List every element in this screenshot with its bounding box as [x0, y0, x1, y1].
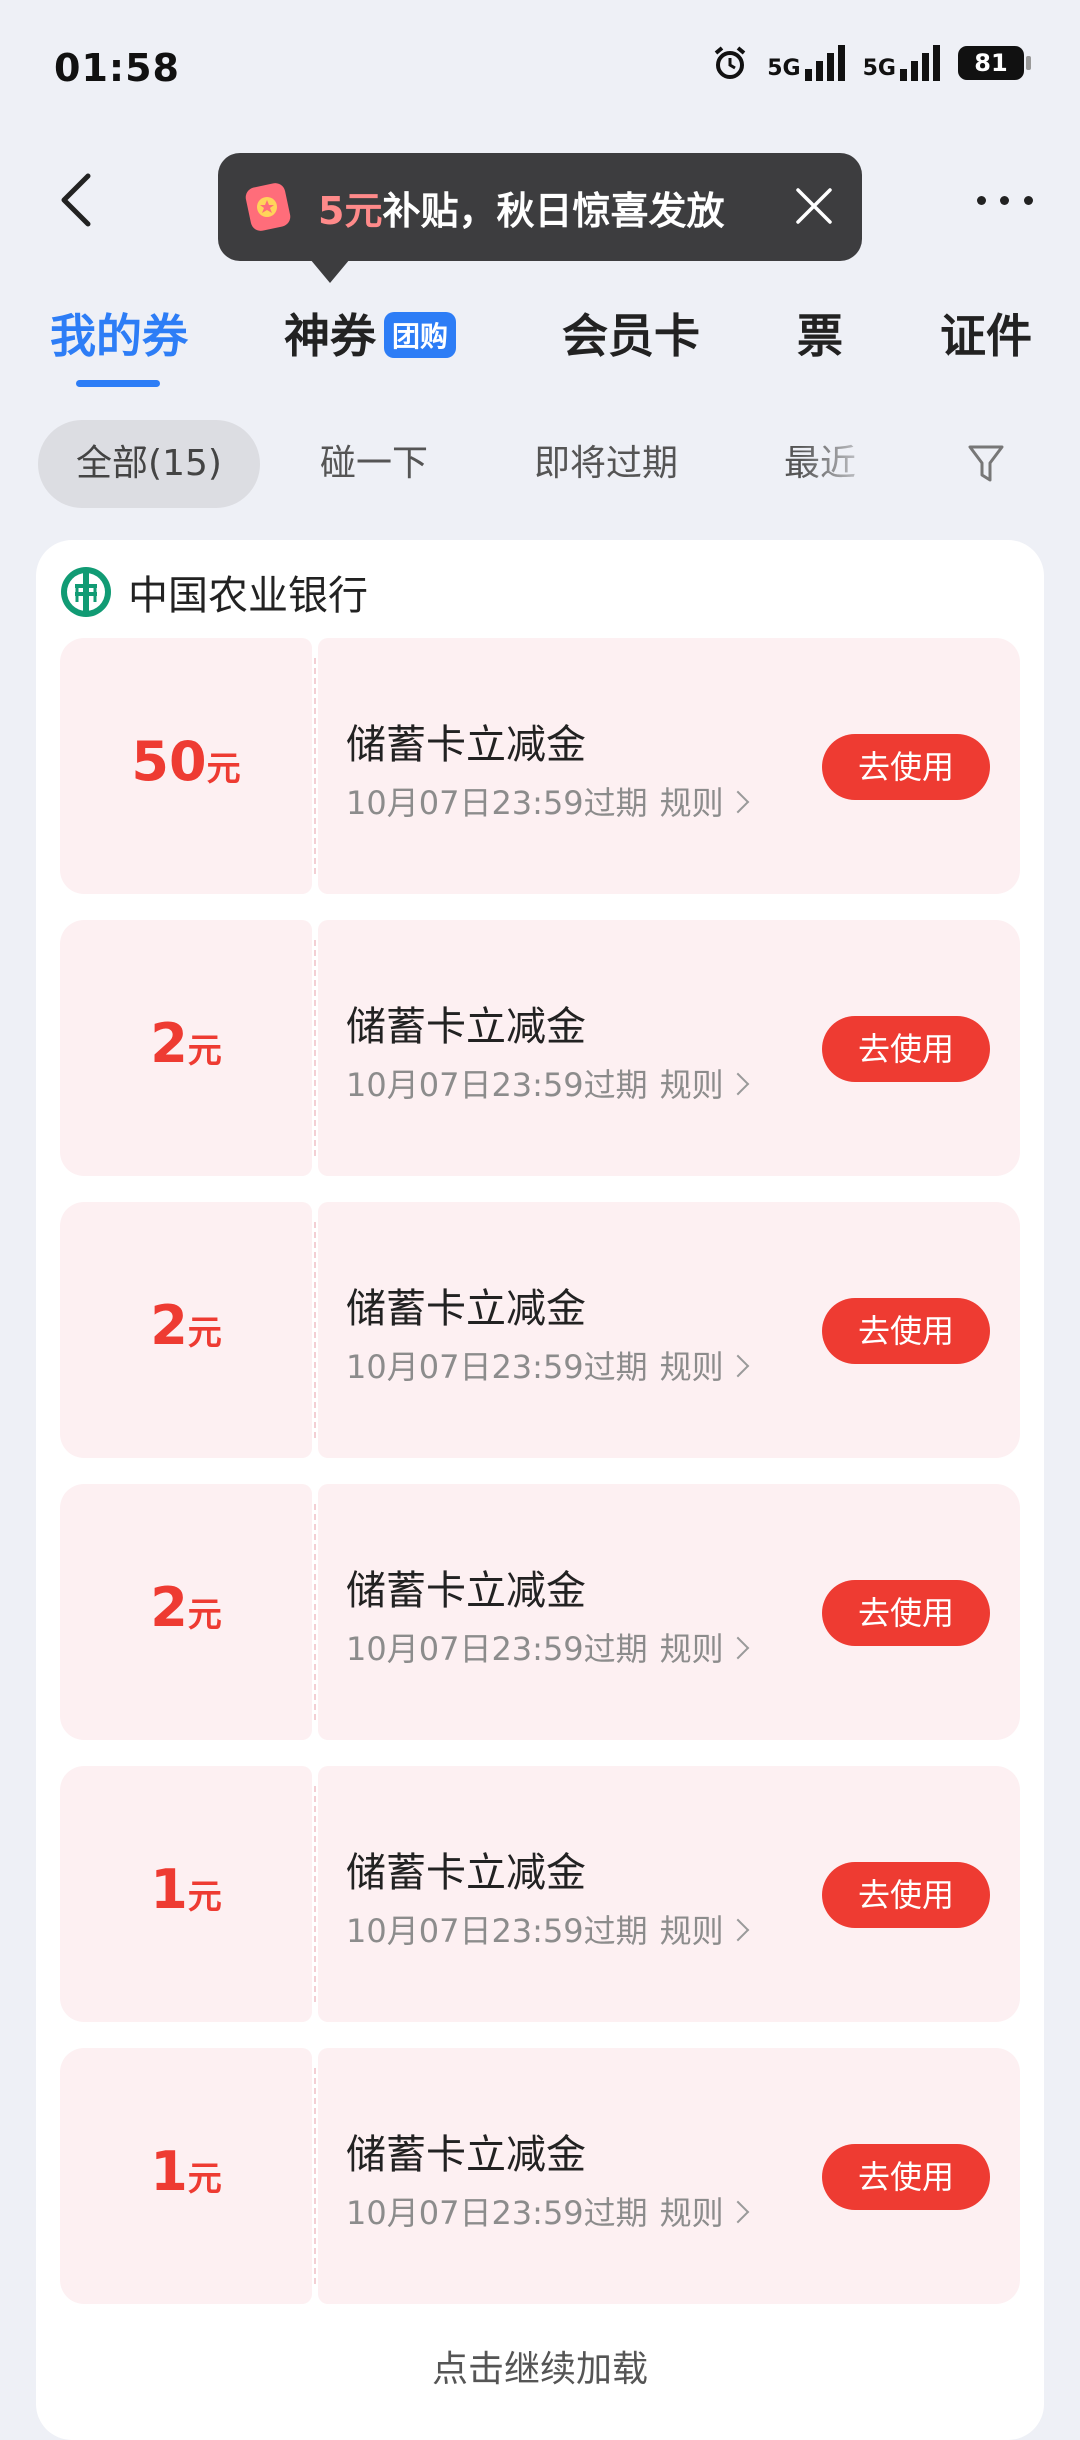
- coupon-expiry: 10月07日23:59过期 规则: [346, 1624, 750, 1670]
- more-options-icon[interactable]: [970, 180, 1040, 220]
- coupon-card: 1元 储蓄卡立减金 10月07日23:59过期 规则 去使用: [60, 1766, 1020, 2022]
- coupon-expiry: 10月07日23:59过期 规则: [346, 778, 750, 824]
- coupon-card: 50元 储蓄卡立减金 10月07日23:59过期 规则 去使用: [60, 638, 1020, 894]
- tab-super-coupons-label: 神券: [284, 309, 376, 363]
- coupon-expiry: 10月07日23:59过期 规则: [346, 2188, 750, 2234]
- scroll-fade: [800, 420, 920, 510]
- bank-name: 中国农业银行: [128, 573, 368, 619]
- promo-message: 补贴，秋日惊喜发放: [382, 188, 725, 233]
- coupon-title: 储蓄卡立减金: [346, 2132, 586, 2178]
- coupon-card: 1元 储蓄卡立减金 10月07日23:59过期 规则 去使用: [60, 2048, 1020, 2304]
- signal-icon-2: 5G: [863, 45, 940, 81]
- bank-coupon-group: 中国农业银行 50元 储蓄卡立减金 10月07日23:59过期 规则 去使用 2元…: [36, 540, 1044, 2440]
- coupon-rule-link[interactable]: 规则: [660, 784, 750, 822]
- bank-header: 中国农业银行: [58, 562, 368, 622]
- coupon-rule-link[interactable]: 规则: [660, 2194, 750, 2232]
- coupon-amount: 2元: [150, 1012, 222, 1075]
- status-time: 01:58: [54, 46, 180, 90]
- promo-text: 5元补贴，秋日惊喜发放: [318, 180, 724, 235]
- coupon-rule-link[interactable]: 规则: [660, 1066, 750, 1104]
- coupon-card: 2元 储蓄卡立减金 10月07日23:59过期 规则 去使用: [60, 920, 1020, 1176]
- load-more-link[interactable]: 点击继续加载: [36, 2340, 1044, 2392]
- coupon-title: 储蓄卡立减金: [346, 1568, 586, 1614]
- promo-amount: 5元: [318, 188, 383, 233]
- coupon-title: 储蓄卡立减金: [346, 1850, 586, 1896]
- battery-icon: 81: [958, 46, 1031, 80]
- bank-logo-icon: [61, 567, 111, 617]
- filter-tap[interactable]: 碰一下: [320, 420, 428, 508]
- coupon-rule-link[interactable]: 规则: [660, 1630, 750, 1668]
- coupon-card: 2元 储蓄卡立减金 10月07日23:59过期 规则 去使用: [60, 1202, 1020, 1458]
- battery-level: 81: [974, 49, 1008, 77]
- chevron-right-icon: [726, 1918, 750, 1942]
- close-icon[interactable]: [794, 186, 834, 226]
- tab-super-coupons[interactable]: 神券 团购: [284, 300, 457, 366]
- tab-tickets[interactable]: 票: [797, 300, 843, 366]
- coupon-amount: 1元: [150, 2140, 222, 2203]
- coupon-card: 2元 储蓄卡立减金 10月07日23:59过期 规则 去使用: [60, 1484, 1020, 1740]
- promo-tooltip[interactable]: 5元补贴，秋日惊喜发放: [218, 153, 862, 283]
- network-type-2: 5G: [862, 56, 896, 81]
- tab-documents[interactable]: 证件: [940, 300, 1032, 366]
- coupon-amount: 2元: [150, 1294, 222, 1357]
- use-coupon-button[interactable]: 去使用: [822, 1016, 990, 1082]
- tab-membership-cards[interactable]: 会员卡: [562, 300, 700, 366]
- coupon-rule-link[interactable]: 规则: [660, 1912, 750, 1950]
- status-icons: 5G 5G 81: [711, 44, 1031, 82]
- use-coupon-button[interactable]: 去使用: [822, 1580, 990, 1646]
- back-arrow-icon[interactable]: [52, 170, 102, 230]
- coupon-title: 储蓄卡立减金: [346, 1004, 586, 1050]
- category-tabs: 我的券 神券 团购 会员卡 票 证件: [0, 300, 1080, 387]
- coupon-amount: 1元: [150, 1858, 222, 1921]
- status-bar: 01:58 5G 5G 81: [0, 0, 1080, 140]
- filter-all[interactable]: 全部(15): [38, 420, 260, 508]
- coupon-amount: 2元: [150, 1576, 222, 1639]
- use-coupon-button[interactable]: 去使用: [822, 1862, 990, 1928]
- coupon-expiry: 10月07日23:59过期 规则: [346, 1906, 750, 1952]
- coupon-title: 储蓄卡立减金: [346, 1286, 586, 1332]
- coupon-amount: 50元: [131, 730, 241, 793]
- active-tab-indicator: [76, 380, 160, 387]
- chevron-right-icon: [726, 2200, 750, 2224]
- alarm-icon: [714, 46, 746, 79]
- coupon-title: 储蓄卡立减金: [346, 722, 586, 768]
- coupon-expiry: 10月07日23:59过期 规则: [346, 1342, 750, 1388]
- coupon-rule-link[interactable]: 规则: [660, 1348, 750, 1386]
- filter-expiring[interactable]: 即将过期: [534, 420, 678, 508]
- use-coupon-button[interactable]: 去使用: [822, 1298, 990, 1364]
- use-coupon-button[interactable]: 去使用: [822, 734, 990, 800]
- coupon-expiry: 10月07日23:59过期 规则: [346, 1060, 750, 1106]
- chevron-right-icon: [726, 790, 750, 814]
- filter-bar: 全部(15) 碰一下 即将过期 最近: [0, 420, 1080, 510]
- signal-icon: 5G: [767, 45, 845, 81]
- chevron-right-icon: [726, 1072, 750, 1096]
- filter-funnel-icon[interactable]: [966, 442, 1006, 486]
- network-type-1: 5G: [767, 56, 801, 81]
- chevron-right-icon: [726, 1636, 750, 1660]
- red-packet-icon: [245, 183, 291, 231]
- use-coupon-button[interactable]: 去使用: [822, 2144, 990, 2210]
- tab-my-coupons[interactable]: 我的券: [50, 300, 188, 366]
- group-buy-badge: 团购: [384, 311, 457, 358]
- chevron-right-icon: [726, 1354, 750, 1378]
